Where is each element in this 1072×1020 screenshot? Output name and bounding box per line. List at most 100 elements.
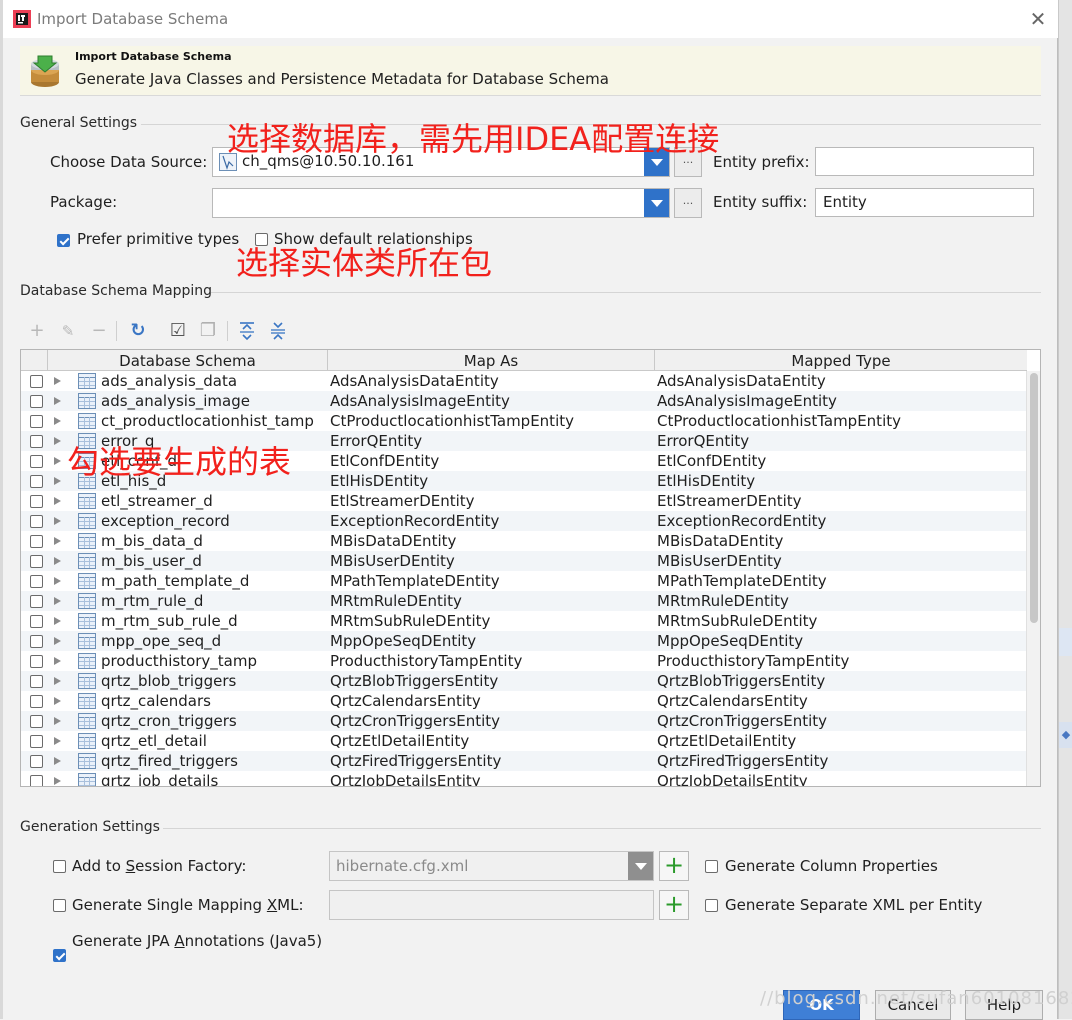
mapped-type-cell[interactable]: QrtzCalendarsEntity (657, 691, 1025, 711)
map-as-cell[interactable]: EtlHisDEntity (330, 471, 653, 491)
expand-arrow-icon[interactable] (54, 597, 61, 605)
expand-arrow-icon[interactable] (54, 757, 61, 765)
uncheck-all-icon[interactable]: ❐ (196, 318, 220, 344)
expand-arrow-icon[interactable] (54, 397, 61, 405)
expand-arrow-icon[interactable] (54, 777, 61, 785)
expand-arrow-icon[interactable] (54, 697, 61, 705)
row-select-checkbox[interactable] (30, 495, 43, 508)
scrollbar-thumb[interactable] (1030, 373, 1038, 623)
mapped-type-cell[interactable]: ExceptionRecordEntity (657, 511, 1025, 531)
mapped-type-cell[interactable]: CtProductlocationhistTampEntity (657, 411, 1025, 431)
mapped-type-cell[interactable]: AdsAnalysisDataEntity (657, 371, 1025, 391)
entity-suffix-field[interactable]: Entity (815, 188, 1034, 217)
expand-arrow-icon[interactable] (54, 517, 61, 525)
map-as-cell[interactable]: QrtzCalendarsEntity (330, 691, 653, 711)
table-row[interactable]: ads_analysis_image AdsAnalysisImageEntity… (21, 391, 1027, 411)
column-header-database-schema[interactable]: Database Schema (48, 350, 328, 371)
column-header-mapped-type[interactable]: Mapped Type (655, 350, 1027, 371)
table-row[interactable]: m_rtm_sub_rule_d MRtmSubRuleDEntity MRtmSu… (21, 611, 1027, 631)
table-row[interactable]: qrtz_calendars QrtzCalendarsEntity QrtzCal… (21, 691, 1027, 711)
table-row[interactable]: qrtz_job_details QrtzJobDetailsEntity Qrtz… (21, 771, 1027, 786)
row-select-checkbox[interactable] (30, 675, 43, 688)
map-as-cell[interactable]: AdsAnalysisImageEntity (330, 391, 653, 411)
table-row[interactable]: mpp_ope_seq_d MppOpeSeqDEntity MppOpeSeqDE… (21, 631, 1027, 651)
mapped-type-cell[interactable]: MBisDataDEntity (657, 531, 1025, 551)
map-as-cell[interactable]: EtlConfDEntity (330, 451, 653, 471)
row-select-checkbox[interactable] (30, 615, 43, 628)
table-scrollbar[interactable] (1026, 371, 1040, 786)
expand-arrow-icon[interactable] (54, 417, 61, 425)
table-row[interactable]: qrtz_blob_triggers QrtzBlobTriggersEntity… (21, 671, 1027, 691)
row-select-checkbox[interactable] (30, 535, 43, 548)
add-session-factory-button[interactable]: + (659, 851, 689, 881)
table-row[interactable]: ads_analysis_data AdsAnalysisDataEntity Ad… (21, 371, 1027, 391)
map-as-cell[interactable]: QrtzFiredTriggersEntity (330, 751, 653, 771)
mapped-type-cell[interactable]: QrtzCronTriggersEntity (657, 711, 1025, 731)
chevron-down-icon[interactable] (644, 189, 669, 217)
single-mapping-xml-field[interactable] (329, 890, 654, 920)
jpa-annotations-checkbox[interactable] (53, 949, 66, 962)
map-as-cell[interactable]: MppOpeSeqDEntity (330, 631, 653, 651)
single-mapping-xml-checkbox[interactable] (53, 899, 66, 912)
remove-icon[interactable]: − (87, 318, 111, 344)
row-select-checkbox[interactable] (30, 455, 43, 468)
mapped-type-cell[interactable]: MRtmSubRuleDEntity (657, 611, 1025, 631)
mapped-type-cell[interactable]: QrtzJobDetailsEntity (657, 771, 1025, 786)
row-select-checkbox[interactable] (30, 415, 43, 428)
row-select-checkbox[interactable] (30, 395, 43, 408)
expand-arrow-icon[interactable] (54, 637, 61, 645)
mapped-type-cell[interactable]: EtlStreamerDEntity (657, 491, 1025, 511)
mapped-type-cell[interactable]: QrtzEtlDetailEntity (657, 731, 1025, 751)
map-as-cell[interactable]: ErrorQEntity (330, 431, 653, 451)
expand-arrow-icon[interactable] (54, 737, 61, 745)
prefer-primitive-checkbox[interactable] (57, 234, 70, 247)
package-browse-button[interactable]: ... (674, 188, 702, 218)
expand-arrow-icon[interactable] (54, 617, 61, 625)
row-select-checkbox[interactable] (30, 695, 43, 708)
map-as-cell[interactable]: QrtzJobDetailsEntity (330, 771, 653, 786)
map-as-cell[interactable]: MPathTemplateDEntity (330, 571, 653, 591)
map-as-cell[interactable]: MBisDataDEntity (330, 531, 653, 551)
row-select-checkbox[interactable] (30, 775, 43, 786)
table-row[interactable]: m_path_template_d MPathTemplateDEntity MPa… (21, 571, 1027, 591)
close-icon[interactable]: ✕ (1025, 6, 1051, 32)
row-select-checkbox[interactable] (30, 435, 43, 448)
entity-prefix-field[interactable] (815, 147, 1034, 176)
row-select-checkbox[interactable] (30, 575, 43, 588)
mapped-type-cell[interactable]: QrtzBlobTriggersEntity (657, 671, 1025, 691)
add-session-factory-checkbox[interactable] (53, 860, 66, 873)
mapped-type-cell[interactable]: EtlConfDEntity (657, 451, 1025, 471)
mapped-type-cell[interactable]: QrtzFiredTriggersEntity (657, 751, 1025, 771)
mapped-type-cell[interactable]: MRtmRuleDEntity (657, 591, 1025, 611)
map-as-cell[interactable]: MBisUserDEntity (330, 551, 653, 571)
expand-arrow-icon[interactable] (54, 477, 61, 485)
table-row[interactable]: m_rtm_rule_d MRtmRuleDEntity MRtmRuleDEnti… (21, 591, 1027, 611)
expand-arrow-icon[interactable] (54, 657, 61, 665)
expand-arrow-icon[interactable] (54, 457, 61, 465)
collapse-all-icon[interactable] (268, 321, 288, 341)
map-as-cell[interactable]: CtProductlocationhistTampEntity (330, 411, 653, 431)
expand-arrow-icon[interactable] (54, 717, 61, 725)
row-select-checkbox[interactable] (30, 635, 43, 648)
table-row[interactable]: producthistory_tamp ProducthistoryTampEnt… (21, 651, 1027, 671)
row-select-checkbox[interactable] (30, 515, 43, 528)
row-select-checkbox[interactable] (30, 735, 43, 748)
refresh-icon[interactable]: ↻ (126, 318, 150, 344)
session-factory-combo[interactable]: hibernate.cfg.xml (329, 851, 654, 881)
expand-arrow-icon[interactable] (54, 677, 61, 685)
mapped-type-cell[interactable]: EtlHisDEntity (657, 471, 1025, 491)
row-select-checkbox[interactable] (30, 555, 43, 568)
edit-icon[interactable]: ✎ (56, 318, 80, 344)
row-select-checkbox[interactable] (30, 755, 43, 768)
column-header-select[interactable] (21, 350, 48, 371)
table-row[interactable]: etl_streamer_d EtlStreamerDEntity EtlStrea… (21, 491, 1027, 511)
map-as-cell[interactable]: AdsAnalysisDataEntity (330, 371, 653, 391)
table-row[interactable]: ct_productlocationhist_tamp CtProductloca… (21, 411, 1027, 431)
check-all-icon[interactable]: ☑ (166, 318, 190, 344)
mapped-type-cell[interactable]: MPathTemplateDEntity (657, 571, 1025, 591)
expand-all-icon[interactable] (237, 321, 257, 341)
row-select-checkbox[interactable] (30, 715, 43, 728)
package-combo[interactable] (212, 188, 670, 218)
add-icon[interactable]: + (25, 318, 49, 344)
table-row[interactable]: qrtz_cron_triggers QrtzCronTriggersEntity… (21, 711, 1027, 731)
